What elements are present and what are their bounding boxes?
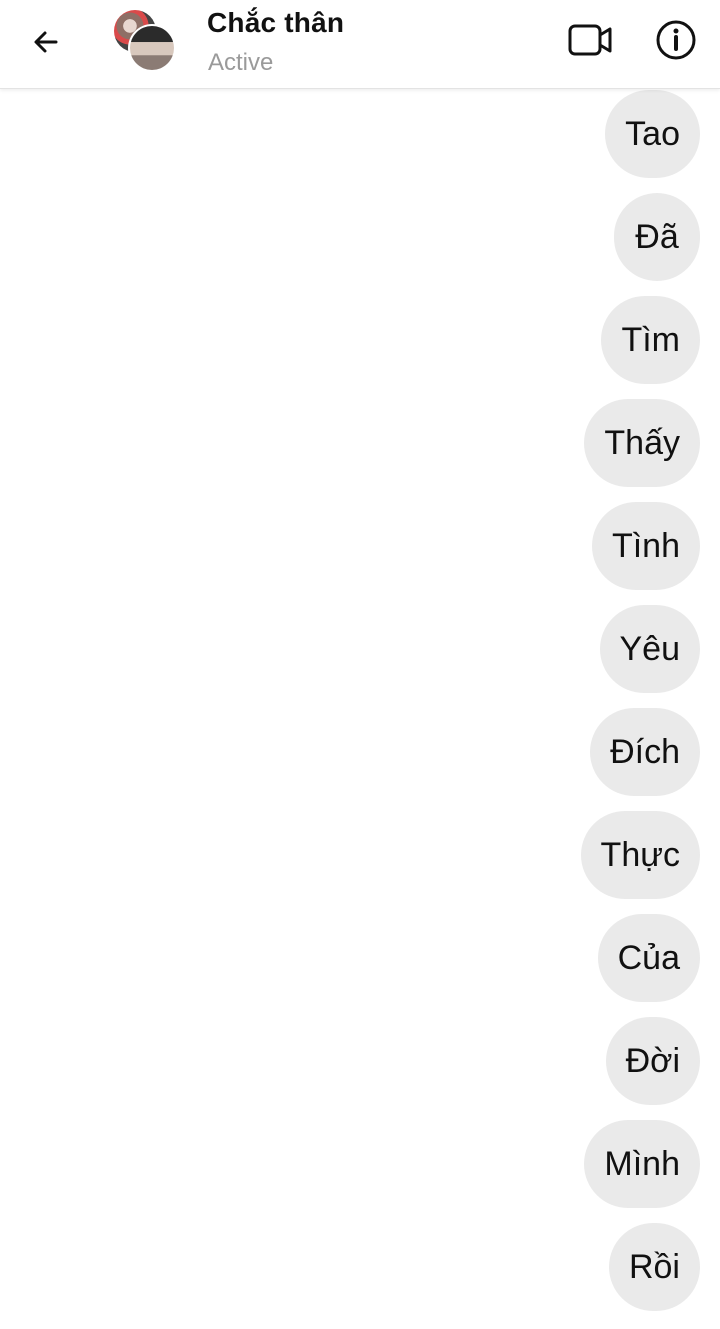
chat-header: Chắc thân Active xyxy=(0,0,720,89)
video-call-icon xyxy=(568,24,612,56)
contact-status: Active xyxy=(208,49,274,76)
message-bubble[interactable]: Yêu xyxy=(599,605,700,693)
message-bubble[interactable]: Thấy xyxy=(584,399,700,487)
message-bubble[interactable]: Đời xyxy=(605,1017,700,1105)
info-icon xyxy=(656,20,696,60)
contact-name[interactable]: Chắc thân xyxy=(207,7,344,39)
video-call-button[interactable] xyxy=(562,12,620,68)
message-bubble[interactable]: Đích xyxy=(590,708,700,796)
message-list: Tao Đã Tìm Thấy Tình Yêu Đích Thực Của Đ… xyxy=(200,90,700,1311)
message-bubble[interactable]: Mình xyxy=(584,1120,700,1208)
contact-avatar-group[interactable] xyxy=(114,10,178,72)
message-bubble[interactable]: Tìm xyxy=(601,296,700,384)
avatar-photo xyxy=(130,26,174,70)
arrow-left-icon xyxy=(34,31,58,53)
avatar-primary xyxy=(128,24,176,72)
message-bubble[interactable]: Tình xyxy=(591,502,700,590)
conversation-info-button[interactable] xyxy=(648,12,704,68)
message-bubble[interactable]: Rồi xyxy=(608,1223,700,1311)
message-bubble[interactable]: Thực xyxy=(580,811,700,899)
message-bubble[interactable]: Tao xyxy=(605,90,700,178)
back-button[interactable] xyxy=(18,16,74,68)
message-bubble[interactable]: Đã xyxy=(614,193,700,281)
message-bubble[interactable]: Của xyxy=(597,914,700,1002)
